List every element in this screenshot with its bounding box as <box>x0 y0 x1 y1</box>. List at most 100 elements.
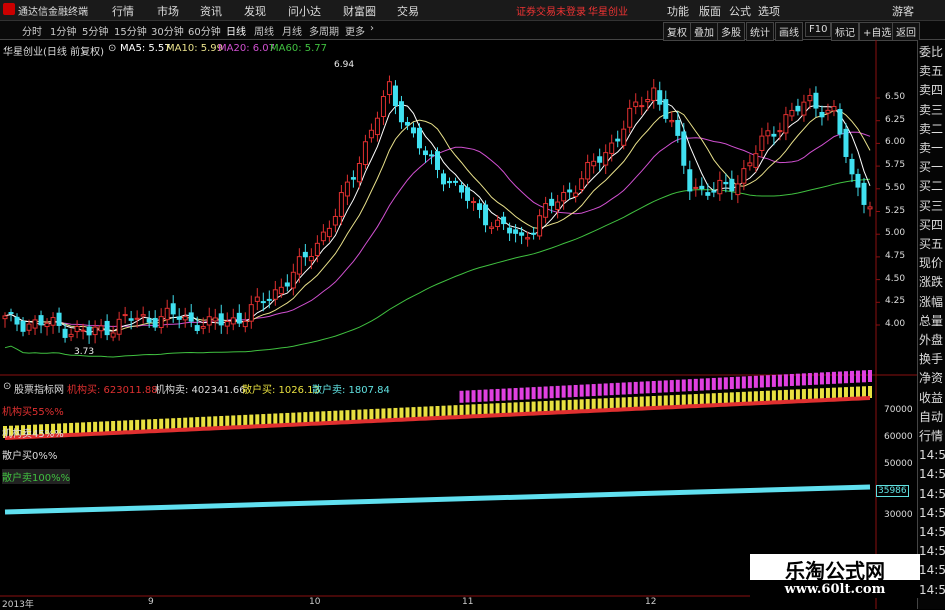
btn-draw-line[interactable]: 画线 <box>775 22 803 41</box>
side-panel-item[interactable]: 买四 <box>919 216 945 235</box>
indicator-name[interactable]: 股票指标网 <box>14 381 64 396</box>
candle-body <box>140 314 146 317</box>
candle-body <box>705 192 711 196</box>
candle-body <box>627 107 633 128</box>
side-panel-item[interactable]: 卖四 <box>919 81 945 100</box>
menu-wealth[interactable]: 财富圈 <box>343 3 376 19</box>
candle-body <box>801 101 807 116</box>
ma60-line <box>4 178 871 358</box>
login-warning[interactable]: 证券交易未登录 <box>516 3 586 18</box>
side-panel-item[interactable]: 卖五 <box>919 62 945 81</box>
menu-discover[interactable]: 发现 <box>244 3 266 19</box>
candle-body <box>176 316 182 320</box>
side-panel-item[interactable]: 买五 <box>919 235 945 254</box>
inst-sell-bar <box>669 380 674 393</box>
inst-sell-bar <box>603 383 608 396</box>
side-panel-item[interactable]: 卖一 <box>919 139 945 158</box>
menu-xiaoda[interactable]: 问小达 <box>288 3 321 19</box>
candle-body <box>110 332 116 338</box>
side-panel-item[interactable]: 买三 <box>919 197 945 216</box>
candlesticks <box>2 75 873 344</box>
side-panel-item[interactable]: 涨幅 <box>919 293 945 312</box>
candle-body <box>98 325 104 332</box>
candle-body <box>699 185 705 190</box>
menu-layout[interactable]: 版面 <box>699 3 721 19</box>
candle-body <box>537 215 543 237</box>
period-tick[interactable]: 分时 <box>22 23 42 38</box>
period-daily[interactable]: 日线 <box>226 23 246 38</box>
inst-sell-bar <box>663 380 668 393</box>
side-panel-item[interactable]: 换手 <box>919 350 945 369</box>
inst-sell-bar <box>543 386 548 399</box>
indicator-settings-icon[interactable]: ⊙ <box>3 381 11 392</box>
inst-sell-bar <box>849 370 854 383</box>
btn-statistics[interactable]: 统计 <box>746 22 774 41</box>
side-panel-item[interactable]: 委比 <box>919 43 945 62</box>
btn-overlay[interactable]: 叠加 <box>690 22 718 41</box>
user-guest[interactable]: 游客 <box>892 3 914 19</box>
side-panel-item[interactable]: 总量 <box>919 312 945 331</box>
side-panel-item[interactable]: 现价 <box>919 254 945 273</box>
side-panel-item[interactable]: 14:5 <box>919 465 945 484</box>
btn-back[interactable]: 返回 <box>892 22 920 41</box>
quote-side-panel: 委比 卖五 卖四 卖三 卖二 卖一 买一 买二 买三 买四 买五 现价 涨跌 涨幅 总量 外盘 换手 净资 收益 自动… <box>917 40 945 609</box>
side-panel-item[interactable]: 涨跌 <box>919 273 945 292</box>
period-monthly[interactable]: 月线 <box>282 23 302 38</box>
inst-sell-bar <box>489 389 494 402</box>
menu-news[interactable]: 资讯 <box>200 3 222 19</box>
side-panel-item[interactable]: 14:5 <box>919 581 945 600</box>
period-weekly[interactable]: 周线 <box>254 23 274 38</box>
menu-options[interactable]: 选项 <box>758 3 780 19</box>
period-1min[interactable]: 1分钟 <box>50 23 76 38</box>
side-panel-item[interactable]: 收益 <box>919 389 945 408</box>
side-panel-item[interactable]: 14:5 <box>919 485 945 504</box>
candle-body <box>128 318 134 321</box>
period-multi[interactable]: 多周期 <box>309 23 339 38</box>
menu-trade[interactable]: 交易 <box>397 3 419 19</box>
candle-body <box>56 312 62 326</box>
btn-mark[interactable]: 标记 <box>831 22 859 41</box>
period-more[interactable]: 更多 <box>345 23 365 38</box>
btn-restore-rights[interactable]: 复权 <box>663 22 691 41</box>
kline-chart[interactable] <box>0 40 917 609</box>
side-panel-item[interactable]: 14:5 <box>919 561 945 580</box>
candle-body <box>338 192 344 217</box>
side-panel-item[interactable]: 买一 <box>919 158 945 177</box>
period-30min[interactable]: 30分钟 <box>151 23 184 38</box>
period-60min[interactable]: 60分钟 <box>188 23 221 38</box>
inst-sell-bar <box>585 384 590 397</box>
candle-body <box>813 92 819 109</box>
inst-sell-bar <box>837 371 842 384</box>
menu-function[interactable]: 功能 <box>667 3 689 19</box>
btn-add-favorite[interactable]: +自选 <box>859 22 896 41</box>
side-panel-item[interactable]: 自动 <box>919 408 945 427</box>
menu-formula[interactable]: 公式 <box>729 3 751 19</box>
side-panel-item[interactable]: 卖三 <box>919 101 945 120</box>
side-panel-item[interactable]: 卖二 <box>919 120 945 139</box>
side-panel-item[interactable]: 净资 <box>919 369 945 388</box>
candle-body <box>74 325 80 333</box>
menu-market[interactable]: 市场 <box>157 3 179 19</box>
side-panel-item[interactable]: 14:5 <box>919 542 945 561</box>
period-5min[interactable]: 5分钟 <box>82 23 108 38</box>
chevron-right-icon[interactable]: › <box>370 23 374 34</box>
candle-body <box>392 85 398 107</box>
period-15min[interactable]: 15分钟 <box>114 23 147 38</box>
btn-multi-stock[interactable]: 多股 <box>717 22 745 41</box>
inst-sell-bar <box>597 383 602 396</box>
side-panel-item[interactable]: 14:5 <box>919 523 945 542</box>
candle-body <box>206 316 212 326</box>
inst-sell-bar <box>741 376 746 389</box>
btn-f10[interactable]: F10 <box>805 22 832 37</box>
candle-body <box>447 180 453 184</box>
candle-body <box>194 325 200 331</box>
candle-body <box>170 303 176 315</box>
side-panel-item[interactable]: 行情 <box>919 427 945 446</box>
side-panel-item[interactable]: 14:5 <box>919 446 945 465</box>
side-panel-item[interactable]: 14:5 <box>919 504 945 523</box>
side-panel-item[interactable]: 买二 <box>919 177 945 196</box>
menu-quotes[interactable]: 行情 <box>112 3 134 19</box>
side-panel-item[interactable]: 外盘 <box>919 331 945 350</box>
candle-body <box>663 99 669 119</box>
candle-body <box>344 181 350 197</box>
